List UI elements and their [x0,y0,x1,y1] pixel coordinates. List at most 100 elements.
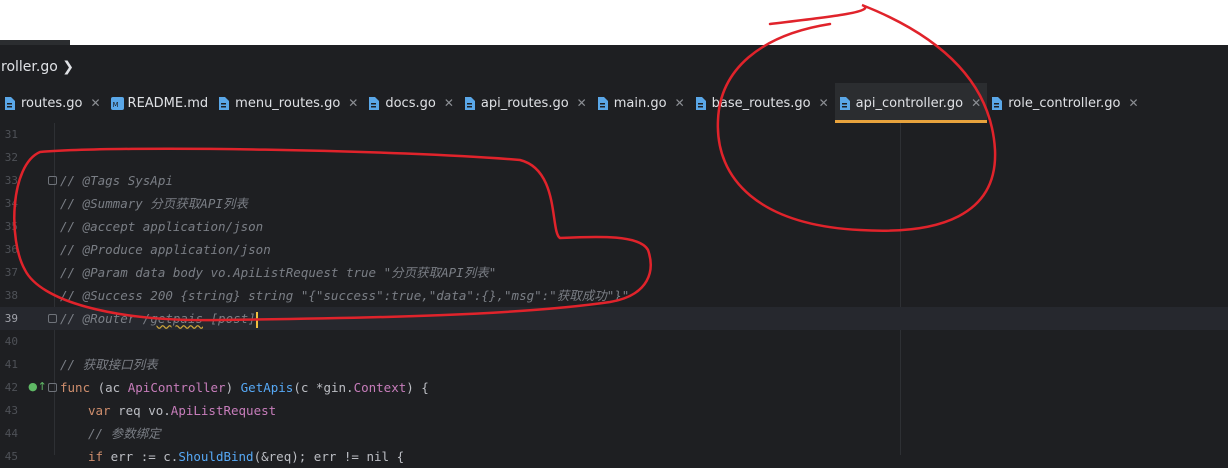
code-line: 45 if err := c.ShouldBind(&req); err != … [0,445,1228,468]
function-name: GetApis [240,380,294,395]
close-icon[interactable]: ✕ [971,96,981,110]
type-name: ApiController [127,380,226,395]
go-file-icon [839,96,850,110]
code-text: // 参数绑定 [88,426,161,441]
code-punct: ) [225,380,241,395]
close-icon[interactable]: ✕ [348,96,358,110]
code-text: // @Summary 分页获取API列表 [60,196,248,211]
top-white-area [0,0,1228,45]
line-number: 35 [4,220,18,233]
code-text: if err := c.ShouldBind(&req); err != nil… [88,445,404,468]
go-file-icon [695,96,706,110]
go-file-icon [218,96,230,110]
line-number: 31 [4,128,18,141]
tab-api-controller-go[interactable]: api_controller.go ✕ [834,83,988,123]
fold-toggle-icon[interactable] [48,314,57,323]
tab-menu-routes-go[interactable]: menu_routes.go ✕ [214,83,364,123]
code-line: 38 // @Success 200 {string} string "{"su… [0,284,1228,307]
line-number: 43 [4,404,18,417]
code-punct: (c *gin. [293,380,354,395]
fold-toggle-icon[interactable] [48,176,57,185]
line-number: 44 [4,427,18,440]
go-file-icon [991,96,1003,110]
tab-docs-go[interactable]: docs.go ✕ [364,83,460,123]
code-text: // @Router /getpais [post] [60,307,258,330]
code-line: 33 // @Tags SysApi [0,169,1228,192]
tab-routes-go[interactable]: routes.go ✕ [0,83,107,123]
tab-api-routes-go[interactable]: api_routes.go ✕ [460,83,593,123]
line-number: 37 [4,266,18,279]
type-name: ApiListRequest [170,403,277,418]
code-punct: ) { [406,380,429,395]
code-text: // @Produce application/json [60,242,271,257]
code-text: // @Success 200 {string} string "{"succe… [60,288,630,303]
line-number: 32 [4,151,18,164]
go-file-icon [597,96,608,110]
code-line: 37 // @Param data body vo.ApiListRequest… [0,261,1228,284]
editor-tab-bar: routes.go ✕ M README.md menu_routes.go ✕… [0,83,1228,123]
tab-label: main.go [613,95,667,111]
implements-method-icon[interactable]: ●↑ [28,381,47,393]
code-line: 42 ●↑ func (ac ApiController) GetApis(c … [0,376,1228,399]
code-text: // @Tags SysApi [60,173,173,188]
code-line: 32 [0,146,1228,169]
text-caret [255,311,258,328]
close-icon[interactable]: ✕ [444,96,454,110]
tab-readme-md[interactable]: M README.md [107,83,215,123]
code-punct: req vo. [110,403,171,418]
keyword: if [88,449,104,464]
code-line: 41 // 获取接口列表 [0,353,1228,376]
type-name: Context [353,380,407,395]
fold-toggle-icon[interactable] [48,383,57,392]
line-number: 39 [4,312,18,325]
typo-word: getpais [150,311,203,326]
go-file-icon [368,96,380,110]
line-number: 40 [4,335,18,348]
code-text: var req vo.ApiListRequest [88,399,276,422]
tab-label: menu_routes.go [235,95,341,111]
code-editor[interactable]: 31 32 33 // @Tags SysApi 34 // @Summary … [0,123,1228,464]
tab-role-controller-go[interactable]: role_controller.go ✕ [987,83,1144,123]
line-number: 45 [4,450,18,463]
code-text: func (ac ApiController) GetApis(c *gin.C… [60,376,429,399]
code-punct: err := c. [103,449,179,464]
go-file-icon [464,96,475,110]
markdown-file-icon: M [110,96,124,110]
breadcrumb-label: roller.go ❯ [1,59,74,75]
function-name: ShouldBind [178,449,254,464]
line-number: 38 [4,289,18,302]
line-number: 33 [4,174,18,187]
tab-label: docs.go [385,95,436,111]
tab-label: README.md [127,95,209,111]
tab-label: base_routes.go [711,95,811,111]
code-line: 43 var req vo.ApiListRequest [0,399,1228,422]
code-line: 44 // 参数绑定 [0,422,1228,445]
line-number: 36 [4,243,18,256]
go-file-icon [4,96,15,110]
router-prefix: // @Router / [60,311,151,326]
close-icon[interactable]: ✕ [675,96,685,110]
code-line: 40 [0,330,1228,353]
close-icon[interactable]: ✕ [90,96,100,110]
code-text: // 获取接口列表 [60,357,158,372]
tab-base-routes-go[interactable]: base_routes.go ✕ [691,83,835,123]
tab-label: api_controller.go [855,95,964,111]
tab-label: role_controller.go [1008,95,1121,111]
line-number: 42 [4,381,18,394]
close-icon[interactable]: ✕ [577,96,587,110]
code-punct: (ac [90,380,128,395]
close-icon[interactable]: ✕ [819,96,829,110]
tab-main-go[interactable]: main.go ✕ [593,83,691,123]
router-method: [post] [203,311,256,326]
breadcrumb[interactable]: roller.go ❯ [0,45,1228,83]
line-number: 41 [4,358,18,371]
code-line: 36 // @Produce application/json [0,238,1228,261]
tab-label: routes.go [21,95,83,111]
code-punct: (&req); err != nil { [253,449,405,464]
tab-label: api_routes.go [480,95,569,111]
code-text: // @accept application/json [60,219,264,234]
close-icon[interactable]: ✕ [1129,96,1139,110]
svg-text:M: M [112,101,118,109]
keyword: var [88,403,111,418]
code-line: 35 // @accept application/json [0,215,1228,238]
